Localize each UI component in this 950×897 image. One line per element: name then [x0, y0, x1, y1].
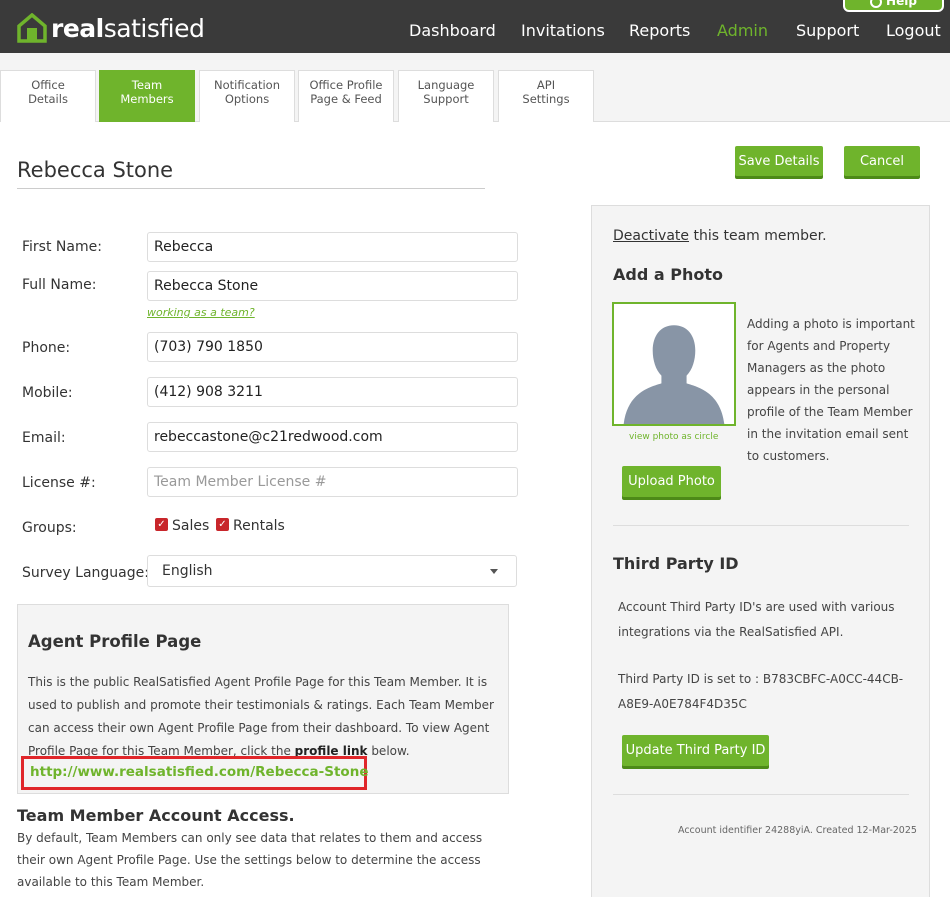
admin-tab-bar: Office Details Team Members Notification Op… — [0, 53, 950, 122]
agent-profile-link[interactable]: http://www.realsatisfied.com/Rebecca-Sto… — [30, 764, 368, 780]
third-party-id-value: Third Party ID is set to : B783CBFC-A0CC… — [618, 672, 904, 711]
help-button[interactable]: Help — [843, 0, 944, 12]
nav-support[interactable]: Support — [796, 21, 859, 40]
tab-team-members[interactable]: Team Members — [99, 70, 195, 122]
third-party-description: Account Third Party ID's are used with v… — [618, 600, 895, 639]
house-icon — [17, 13, 47, 43]
upload-photo-button[interactable]: Upload Photo — [622, 466, 721, 497]
view-photo-circle-link[interactable]: view photo as circle — [629, 432, 718, 442]
chevron-down-icon — [490, 569, 498, 574]
title-divider — [17, 188, 485, 189]
top-navigation-bar: realsatisfied Help Dashboard Invitations… — [0, 0, 950, 53]
update-third-party-id-button[interactable]: Update Third Party ID — [622, 735, 769, 766]
logo-text: realsatisfied — [51, 13, 205, 43]
agent-profile-description: This is the public RealSatisfied Agent P… — [28, 675, 494, 758]
realsatisfied-logo[interactable]: realsatisfied — [17, 12, 205, 44]
tab-language-support[interactable]: Language Support — [398, 70, 494, 122]
first-name-label: First Name: — [22, 239, 102, 255]
add-photo-title: Add a Photo — [613, 265, 723, 284]
first-name-field[interactable]: Rebecca — [147, 232, 518, 262]
phone-field[interactable]: (703) 790 1850 — [147, 332, 518, 362]
groups-label: Groups: — [22, 520, 77, 536]
panel-divider — [613, 525, 909, 526]
nav-logout[interactable]: Logout — [886, 21, 941, 40]
save-details-button[interactable]: Save Details — [735, 146, 823, 176]
panel-divider — [613, 794, 909, 795]
email-label: Email: — [22, 430, 66, 446]
tab-api-settings[interactable]: API Settings — [498, 70, 594, 122]
full-name-field[interactable]: Rebecca Stone — [147, 271, 518, 301]
tab-office-profile[interactable]: Office Profile Page & Feed — [298, 70, 394, 122]
email-field[interactable]: rebeccastone@c21redwood.com — [147, 422, 518, 452]
phone-label: Phone: — [22, 340, 71, 356]
license-field[interactable]: Team Member License # — [147, 467, 518, 497]
tab-office-details[interactable]: Office Details — [0, 70, 96, 122]
deactivate-link[interactable]: Deactivate — [613, 228, 689, 244]
avatar-placeholder-icon — [614, 304, 734, 424]
page-title: Rebecca Stone — [17, 158, 174, 182]
account-access-title: Team Member Account Access. — [17, 806, 295, 825]
nav-admin[interactable]: Admin — [717, 21, 768, 40]
survey-language-label: Survey Language: — [22, 565, 149, 581]
full-name-label: Full Name: — [22, 277, 97, 293]
rentals-checkbox[interactable]: ✓ — [216, 518, 229, 531]
tab-notification-options[interactable]: Notification Options — [199, 70, 295, 122]
mobile-field[interactable]: (412) 908 3211 — [147, 377, 518, 407]
survey-language-select[interactable]: English — [147, 555, 517, 587]
third-party-id-title: Third Party ID — [613, 554, 739, 573]
deactivate-row: Deactivate this team member. — [613, 228, 827, 244]
working-as-team-link[interactable]: working as a team? — [147, 306, 255, 319]
license-label: License #: — [22, 475, 96, 491]
sales-checkbox[interactable]: ✓ — [155, 518, 168, 531]
member-photo — [612, 302, 736, 426]
nav-invitations[interactable]: Invitations — [521, 21, 605, 40]
account-identifier: Account identifier 24288yiA. Created 12-… — [678, 825, 917, 836]
nav-reports[interactable]: Reports — [629, 21, 690, 40]
cancel-button[interactable]: Cancel — [844, 146, 920, 176]
help-icon — [870, 0, 883, 8]
nav-dashboard[interactable]: Dashboard — [409, 21, 496, 40]
agent-profile-title: Agent Profile Page — [28, 632, 202, 651]
sales-label: Sales — [172, 518, 210, 534]
rentals-label: Rentals — [233, 518, 285, 534]
account-access-description: By default, Team Members can only see da… — [17, 831, 483, 889]
mobile-label: Mobile: — [22, 385, 73, 401]
photo-description: Adding a photo is important for Agents a… — [747, 317, 915, 463]
